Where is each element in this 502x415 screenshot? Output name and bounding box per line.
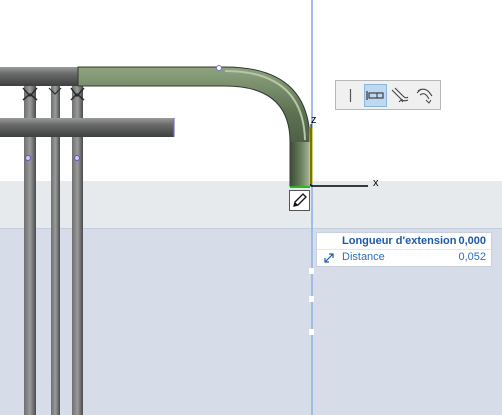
post-node [74,155,80,161]
extension-length-label: Longueur d'extension [342,235,457,247]
pipe-model[interactable] [0,0,502,415]
straight-extend-button[interactable] [364,83,387,107]
pencil-cursor [289,190,310,211]
straight-extend-icon [366,90,384,100]
top-rail-grey[interactable] [0,67,78,86]
axis-x-label: x [373,177,379,189]
axis-z-label: z [311,114,317,126]
3d-viewport[interactable]: z x Longueur d'extension 0,000 Distance … [0,0,502,415]
tracker-row-distance[interactable]: Distance 0,052 [317,250,491,266]
bend-extend-icon [391,87,409,102]
bend-extend-button[interactable] [389,84,412,107]
extension-length-value[interactable]: 0,000 [458,235,486,247]
distance-label: Distance [342,251,385,263]
double-bend-extend-icon [416,88,433,104]
distance-value[interactable]: 0,052 [458,251,486,263]
tracker-panel: Longueur d'extension 0,000 Distance 0,05… [316,232,492,267]
tracker-row-extension-length[interactable]: Longueur d'extension 0,000 [317,234,491,250]
double-bend-extend-button[interactable] [414,84,437,107]
pipe-node [216,65,222,71]
distance-arrow-icon [324,253,334,263]
vertical-line-button[interactable] [339,84,362,107]
vertical-line-icon [349,88,352,102]
pencil-icon [293,193,307,207]
selected-pipe-vertical[interactable] [290,142,310,186]
post-node [25,155,31,161]
lower-rail[interactable] [0,118,174,137]
extension-mode-palette [335,80,441,110]
